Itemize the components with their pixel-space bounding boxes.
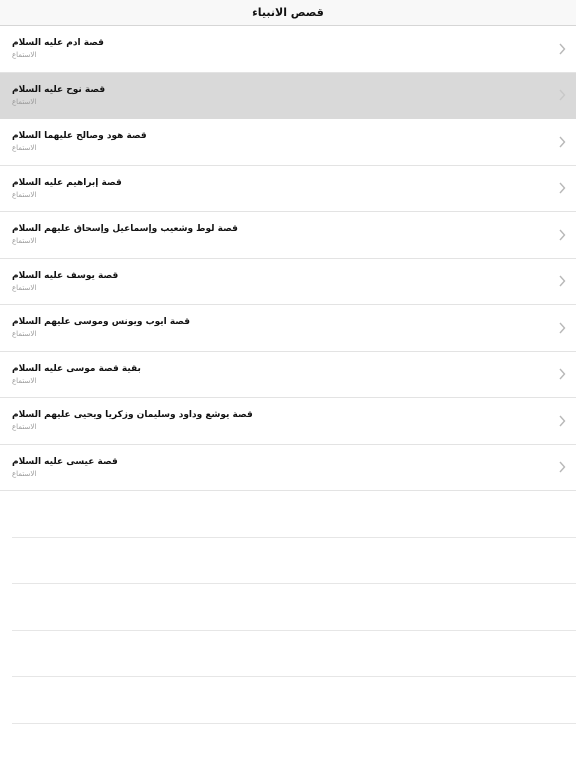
page-title: قصص الانبياء xyxy=(252,6,324,19)
navigation-bar: قصص الانبياء xyxy=(0,0,576,26)
list-item[interactable]: قصة ادم عليه السلام الاستماع xyxy=(0,26,576,73)
list-item[interactable]: قصة هود وصالح عليهما السلام الاستماع xyxy=(0,119,576,166)
list-item-subtitle: الاستماع xyxy=(12,423,37,431)
empty-list-row xyxy=(12,677,576,724)
list-item[interactable]: قصة نوح عليه السلام الاستماع xyxy=(0,72,576,119)
list-item-subtitle: الاستماع xyxy=(12,237,37,245)
chevron-right-icon xyxy=(558,322,566,334)
empty-list-row xyxy=(12,631,576,677)
chevron-right-icon xyxy=(558,368,566,380)
chevron-right-icon xyxy=(558,89,566,101)
list-item[interactable]: قصة ايوب ويونس وموسى عليهم السلام الاستم… xyxy=(0,305,576,352)
list-item[interactable]: قصة عيسى عليه السلام الاستماع xyxy=(0,444,576,491)
list-item-subtitle: الاستماع xyxy=(12,283,37,292)
list-item-title: قصة هود وصالح عليهما السلام xyxy=(12,131,147,141)
list-item-title: قصة يوسف عليه السلام xyxy=(12,270,119,281)
chevron-right-icon xyxy=(558,461,566,473)
list-item-title: قصة لوط وشعيب وإسماعيل وإسحاق عليهم السل… xyxy=(12,224,238,234)
list-item-title: قصة ادم عليه السلام xyxy=(12,38,104,48)
empty-list-row xyxy=(12,538,576,584)
list-item-subtitle: الاستماع xyxy=(12,97,37,106)
list-item-title: قصة ايوب ويونس وموسى عليهم السلام xyxy=(12,317,191,327)
list-item[interactable]: قصة يوشع وداود وسليمان وزكريا ويحيى عليه… xyxy=(0,398,576,445)
list-item[interactable]: قصة لوط وشعيب وإسماعيل وإسحاق عليهم السل… xyxy=(0,212,576,259)
empty-list-row xyxy=(12,491,576,538)
list-item-subtitle: الاستماع xyxy=(12,469,37,478)
list-item-subtitle: الاستماع xyxy=(12,144,37,152)
chevron-right-icon xyxy=(558,182,566,194)
empty-list-row xyxy=(12,584,576,631)
list-item-subtitle: الاستماع xyxy=(12,51,37,59)
chevron-right-icon xyxy=(558,229,566,241)
stories-list: قصة ادم عليه السلام الاستماع قصة نوح علي… xyxy=(0,26,576,724)
list-item[interactable]: قصة إبراهيم عليه السلام الاستماع xyxy=(0,165,576,212)
chevron-right-icon xyxy=(558,136,566,148)
list-item-title: قصة عيسى عليه السلام xyxy=(12,456,118,467)
list-item-title: قصة يوشع وداود وسليمان وزكريا ويحيى عليه… xyxy=(12,410,253,420)
list-item-subtitle: الاستماع xyxy=(12,190,37,199)
list-item-title: قصة إبراهيم عليه السلام xyxy=(12,177,122,188)
chevron-right-icon xyxy=(558,415,566,427)
list-item-title: قصة نوح عليه السلام xyxy=(12,84,106,95)
list-item[interactable]: بقية قصة موسى عليه السلام الاستماع xyxy=(0,351,576,398)
list-item-title: بقية قصة موسى عليه السلام xyxy=(12,363,141,374)
chevron-right-icon xyxy=(558,275,566,287)
list-item-subtitle: الاستماع xyxy=(12,376,37,385)
list-item[interactable]: قصة يوسف عليه السلام الاستماع xyxy=(0,258,576,305)
chevron-right-icon xyxy=(558,43,566,55)
list-item-subtitle: الاستماع xyxy=(12,330,37,338)
